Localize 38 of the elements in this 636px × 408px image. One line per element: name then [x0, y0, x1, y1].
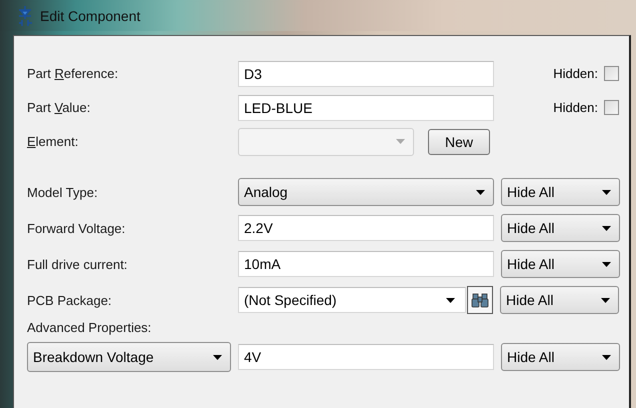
text-field[interactable]: LED-BLUE: [238, 94, 494, 120]
window-title: Edit Component: [40, 8, 140, 24]
hidden-label: Hidden:: [552, 100, 598, 115]
caret-icon: [396, 139, 405, 144]
field-label: PCB Package:: [27, 292, 113, 308]
caret-icon: [601, 298, 610, 302]
caret-icon: [602, 226, 611, 230]
field-label: Element:: [27, 134, 80, 149]
visibility-dropdown[interactable]: Hide All: [501, 343, 620, 371]
binoculars-icon: [471, 291, 489, 309]
caret-icon: [602, 262, 611, 266]
text-field[interactable]: D3: [238, 60, 494, 86]
property-dropdown[interactable]: Breakdown Voltage: [27, 342, 231, 372]
field-label: Part Reference:: [27, 66, 120, 81]
field-label: Forward Voltage:: [27, 220, 126, 236]
caret-icon: [602, 354, 611, 360]
section-label: Advanced Properties:: [27, 320, 152, 337]
text-field[interactable]: 4V: [238, 344, 494, 370]
text-field[interactable]: 2.2V: [238, 215, 494, 241]
caret-icon: [602, 190, 611, 194]
package-dropdown[interactable]: (Not Specified): [238, 287, 466, 313]
hidden-label: Hidden:: [552, 66, 598, 81]
field-label: Part Value:: [27, 100, 92, 115]
field-label: Full drive current:: [27, 256, 128, 272]
visibility-dropdown[interactable]: Hide All: [501, 250, 620, 278]
caret-icon: [476, 190, 485, 194]
hidden-checkbox[interactable]: [604, 66, 619, 81]
visibility-dropdown[interactable]: Hide All: [501, 214, 620, 242]
field-label: Model Type:: [27, 184, 99, 200]
diode-icon: [16, 6, 34, 26]
caret-icon: [446, 298, 455, 302]
hidden-checkbox[interactable]: [604, 100, 619, 115]
visibility-dropdown[interactable]: Hide All: [500, 286, 619, 314]
visibility-dropdown[interactable]: Hide All: [501, 178, 620, 206]
model-type-dropdown[interactable]: Analog: [238, 178, 494, 206]
text-field[interactable]: 10mA: [238, 251, 494, 277]
search-button[interactable]: [467, 286, 493, 314]
caret-icon: [213, 354, 222, 360]
